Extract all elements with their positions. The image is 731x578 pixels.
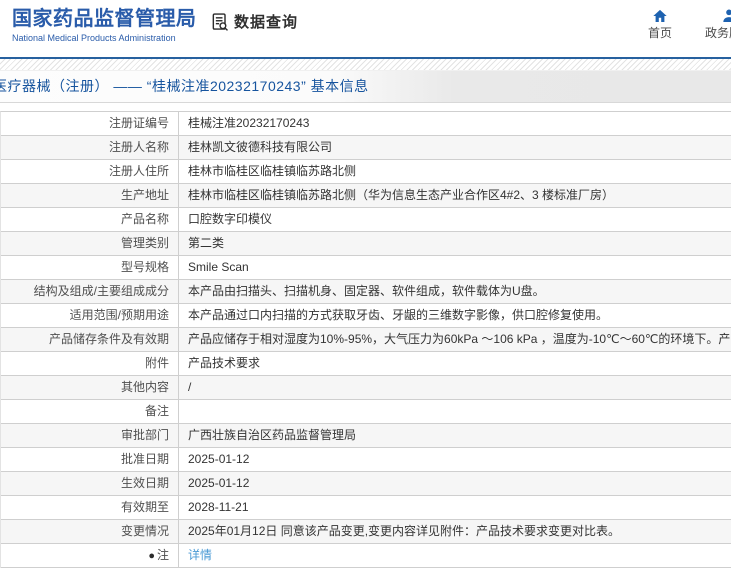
row-label: 管理类别 bbox=[1, 232, 179, 255]
data-query-icon bbox=[210, 12, 230, 32]
row-label: 变更情况 bbox=[1, 520, 179, 543]
row-label: 其他内容 bbox=[1, 376, 179, 399]
row-label: 审批部门 bbox=[1, 424, 179, 447]
row-value: 产品技术要求 bbox=[188, 356, 261, 370]
table-row: 注册人住所 桂林市临桂区临桂镇临苏路北侧 bbox=[1, 160, 731, 184]
table-row: 备注 bbox=[1, 400, 731, 424]
data-query-label: 数据查询 bbox=[234, 14, 299, 31]
table-row: 批准日期 2025-01-12 bbox=[1, 448, 731, 472]
nav-gov-label: 政务服务 bbox=[704, 26, 731, 40]
table-row: 产品名称 口腔数字印模仪 bbox=[1, 208, 731, 232]
row-value: 桂林市临桂区临桂镇临苏路北侧（华为信息生态产业合作区4#2、3 楼标准厂房） bbox=[188, 188, 615, 202]
row-label: 型号规格 bbox=[1, 256, 179, 279]
row-label: 附件 bbox=[1, 352, 179, 375]
row-value: Smile Scan bbox=[188, 260, 249, 274]
row-value: / bbox=[188, 380, 192, 394]
breadcrumb-title-bar: 医疗器械（注册） —— “桂械注准20232170243” 基本信息 bbox=[0, 71, 731, 103]
table-row: 生效日期 2025-01-12 bbox=[1, 472, 731, 496]
row-label: 备注 bbox=[1, 400, 179, 423]
row-value: 桂械注准20232170243 bbox=[188, 116, 310, 130]
nav-home[interactable]: 首页 bbox=[644, 8, 676, 40]
table-row: 附件 产品技术要求 bbox=[1, 352, 731, 376]
info-table: 注册证编号 桂械注准20232170243 注册人名称 桂林凯文彼德科技有限公司 注册人… bbox=[0, 111, 731, 568]
table-row: 变更情况 2025年01月12日 同意该产品变更,变更内容详见附件：产品技术要求变… bbox=[1, 520, 731, 544]
table-row: 注册人名称 桂林凯文彼德科技有限公司 bbox=[1, 136, 731, 160]
table-row: 管理类别 第二类 bbox=[1, 232, 731, 256]
row-label: ● 注 bbox=[1, 544, 179, 567]
row-label: 注册人名称 bbox=[1, 136, 179, 159]
table-row: 结构及组成/主要组成成分 本产品由扫描头、扫描机身、固定器、软件组成，软件载体为U… bbox=[1, 280, 731, 304]
table-row: 注册证编号 桂械注准20232170243 bbox=[1, 112, 731, 136]
table-row: 产品储存条件及有效期 产品应储存于相对湿度为10%-95%，大气压力为60kPa … bbox=[1, 328, 731, 352]
nav-gov-services[interactable]: 政务服务 bbox=[703, 8, 731, 40]
table-row: 其他内容 / bbox=[1, 376, 731, 400]
row-value: 第二类 bbox=[188, 236, 225, 250]
row-value: 2028-11-21 bbox=[188, 500, 249, 514]
nav-home-label: 首页 bbox=[647, 26, 672, 40]
nmpa-logo[interactable]: 国家药品监督管理局 National Medical Products Admi… bbox=[12, 7, 197, 44]
row-value: 2025-01-12 bbox=[188, 476, 250, 490]
row-value bbox=[179, 400, 731, 423]
row-label: 结构及组成/主要组成成分 bbox=[1, 280, 179, 303]
note-pin-icon: ● bbox=[148, 550, 155, 562]
row-value: 本产品通过口内扫描的方式获取牙齿、牙龈的三维数字影像，供口腔修复使用。 bbox=[188, 308, 609, 322]
stripe-band bbox=[0, 59, 731, 71]
data-query-section: 数据查询 bbox=[210, 11, 298, 32]
site-header: 国家药品监督管理局 National Medical Products Admi… bbox=[0, 0, 731, 57]
row-value: 桂林凯文彼德科技有限公司 bbox=[188, 140, 333, 154]
row-value: 桂林市临桂区临桂镇临苏路北侧 bbox=[188, 164, 357, 178]
row-label: 产品储存条件及有效期 bbox=[1, 328, 179, 351]
row-label: 生产地址 bbox=[1, 184, 179, 207]
row-value: 口腔数字印模仪 bbox=[188, 212, 273, 226]
table-row: ● 注详情 bbox=[1, 544, 731, 568]
row-value: 2025年01月12日 同意该产品变更,变更内容详见附件：产品技术要求变更对比表… bbox=[188, 524, 621, 538]
user-icon bbox=[703, 8, 731, 24]
row-label: 注册人住所 bbox=[1, 160, 179, 183]
row-value: 2025-01-12 bbox=[188, 452, 250, 466]
table-row: 生产地址 桂林市临桂区临桂镇临苏路北侧（华为信息生态产业合作区4#2、3 楼标准厂… bbox=[1, 184, 731, 208]
home-icon bbox=[644, 8, 676, 24]
row-label: 注册证编号 bbox=[1, 112, 179, 135]
logo-title-cn: 国家药品监督管理局 bbox=[12, 8, 197, 30]
logo-title-en: National Medical Products Administration bbox=[12, 33, 176, 43]
row-label: 产品名称 bbox=[1, 208, 179, 231]
row-label: 有效期至 bbox=[1, 496, 179, 519]
row-label: 批准日期 bbox=[1, 448, 179, 471]
row-value: 详情 bbox=[179, 544, 731, 567]
detail-link[interactable]: 详情 bbox=[188, 548, 212, 562]
table-row: 型号规格 Smile Scan bbox=[1, 256, 731, 280]
row-value: 广西壮族自治区药品监督管理局 bbox=[188, 428, 357, 442]
table-row: 有效期至 2028-11-21 bbox=[1, 496, 731, 520]
table-row: 审批部门 广西壮族自治区药品监督管理局 bbox=[1, 424, 731, 448]
row-value: 本产品由扫描头、扫描机身、固定器、软件组成，软件载体为U盘。 bbox=[188, 284, 545, 298]
table-row: 适用范围/预期用途 本产品通过口内扫描的方式获取牙齿、牙龈的三维数字影像，供口腔修… bbox=[1, 304, 731, 328]
row-label: 适用范围/预期用途 bbox=[1, 304, 179, 327]
page-title: 医疗器械（注册） —— “桂械注准20232170243” 基本信息 bbox=[0, 78, 369, 94]
row-label: 生效日期 bbox=[1, 472, 179, 495]
row-value: 产品应储存于相对湿度为10%-95%，大气压力为60kPa ～106 kPa ，… bbox=[188, 332, 731, 346]
